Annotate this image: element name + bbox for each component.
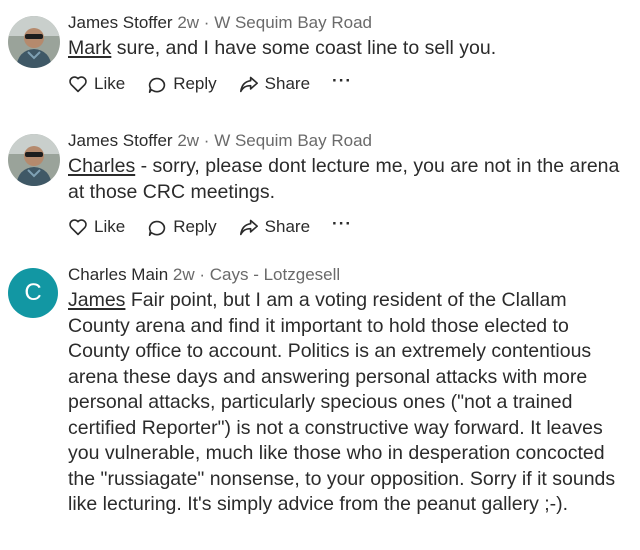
comment-content: James Stoffer 2w · W Sequim Bay Road Mar…	[68, 12, 630, 94]
like-button[interactable]: Like	[68, 217, 125, 237]
share-button[interactable]: Share	[239, 217, 310, 237]
comment-meta: Charles Main 2w · Cays - Lotzgesell	[68, 264, 630, 286]
neighborhood[interactable]: W Sequim Bay Road	[214, 131, 372, 150]
speech-bubble-icon	[149, 77, 166, 93]
share-label: Share	[264, 73, 311, 93]
comment-meta: James Stoffer 2w · W Sequim Bay Road	[68, 130, 630, 152]
separator: ·	[203, 13, 210, 32]
mention-link[interactable]: Mark	[68, 37, 111, 59]
comment-text: James Fair point, but I am a voting resi…	[68, 288, 630, 518]
avatar-photo	[8, 134, 60, 186]
heart-icon	[69, 219, 87, 236]
timestamp: 2w	[177, 131, 200, 150]
share-button[interactable]: Share	[239, 74, 310, 94]
comment-meta: James Stoffer 2w · W Sequim Bay Road	[68, 12, 630, 34]
avatar[interactable]: C	[8, 268, 58, 318]
comment-body: sure, and I have some coast line to sell…	[111, 37, 497, 59]
reply-button[interactable]: Reply	[147, 217, 217, 237]
neighborhood[interactable]: W Sequim Bay Road	[214, 13, 372, 32]
author-name[interactable]: James Stoffer	[68, 13, 173, 32]
heart-icon	[69, 75, 87, 92]
comment-body: - sorry, please dont lecture me, you are…	[68, 155, 620, 203]
separator: ·	[203, 131, 210, 150]
neighborhood[interactable]: Cays - Lotzgesell	[210, 265, 340, 284]
comment-body: Fair point, but I am a voting resident o…	[68, 289, 616, 515]
avatar[interactable]	[8, 16, 60, 68]
like-label: Like	[94, 73, 126, 93]
separator: ·	[199, 265, 206, 284]
reply-button[interactable]: Reply	[147, 73, 217, 94]
like-label: Like	[94, 217, 126, 236]
timestamp: 2w	[172, 265, 195, 284]
comment-text: Charles - sorry, please dont lecture me,…	[68, 154, 630, 205]
mention-link[interactable]: Charles	[68, 155, 135, 177]
reply-label: Reply	[173, 73, 217, 93]
speech-bubble-icon	[149, 220, 166, 236]
like-button[interactable]: Like	[68, 74, 125, 94]
comment-actions: Like Reply Share ···	[68, 215, 630, 237]
more-options-button[interactable]: ···	[332, 215, 352, 235]
comment-text: Mark sure, and I have some coast line to…	[68, 36, 630, 62]
reply-label: Reply	[173, 217, 217, 236]
comment-actions: Like Reply Share ···	[68, 72, 630, 94]
share-arrow-icon	[239, 76, 258, 92]
share-label: Share	[264, 217, 311, 236]
author-name[interactable]: Charles Main	[68, 265, 168, 284]
avatar-initial: C	[24, 279, 42, 306]
author-name[interactable]: James Stoffer	[68, 131, 173, 150]
more-options-button[interactable]: ···	[332, 72, 352, 92]
mention-link[interactable]: James	[68, 289, 125, 311]
avatar-photo	[8, 16, 60, 68]
avatar[interactable]	[8, 134, 60, 186]
comment-content: Charles Main 2w · Cays - Lotzgesell Jame…	[68, 264, 630, 518]
comment-content: James Stoffer 2w · W Sequim Bay Road Cha…	[68, 130, 630, 237]
timestamp: 2w	[177, 13, 200, 32]
share-arrow-icon	[239, 219, 258, 236]
